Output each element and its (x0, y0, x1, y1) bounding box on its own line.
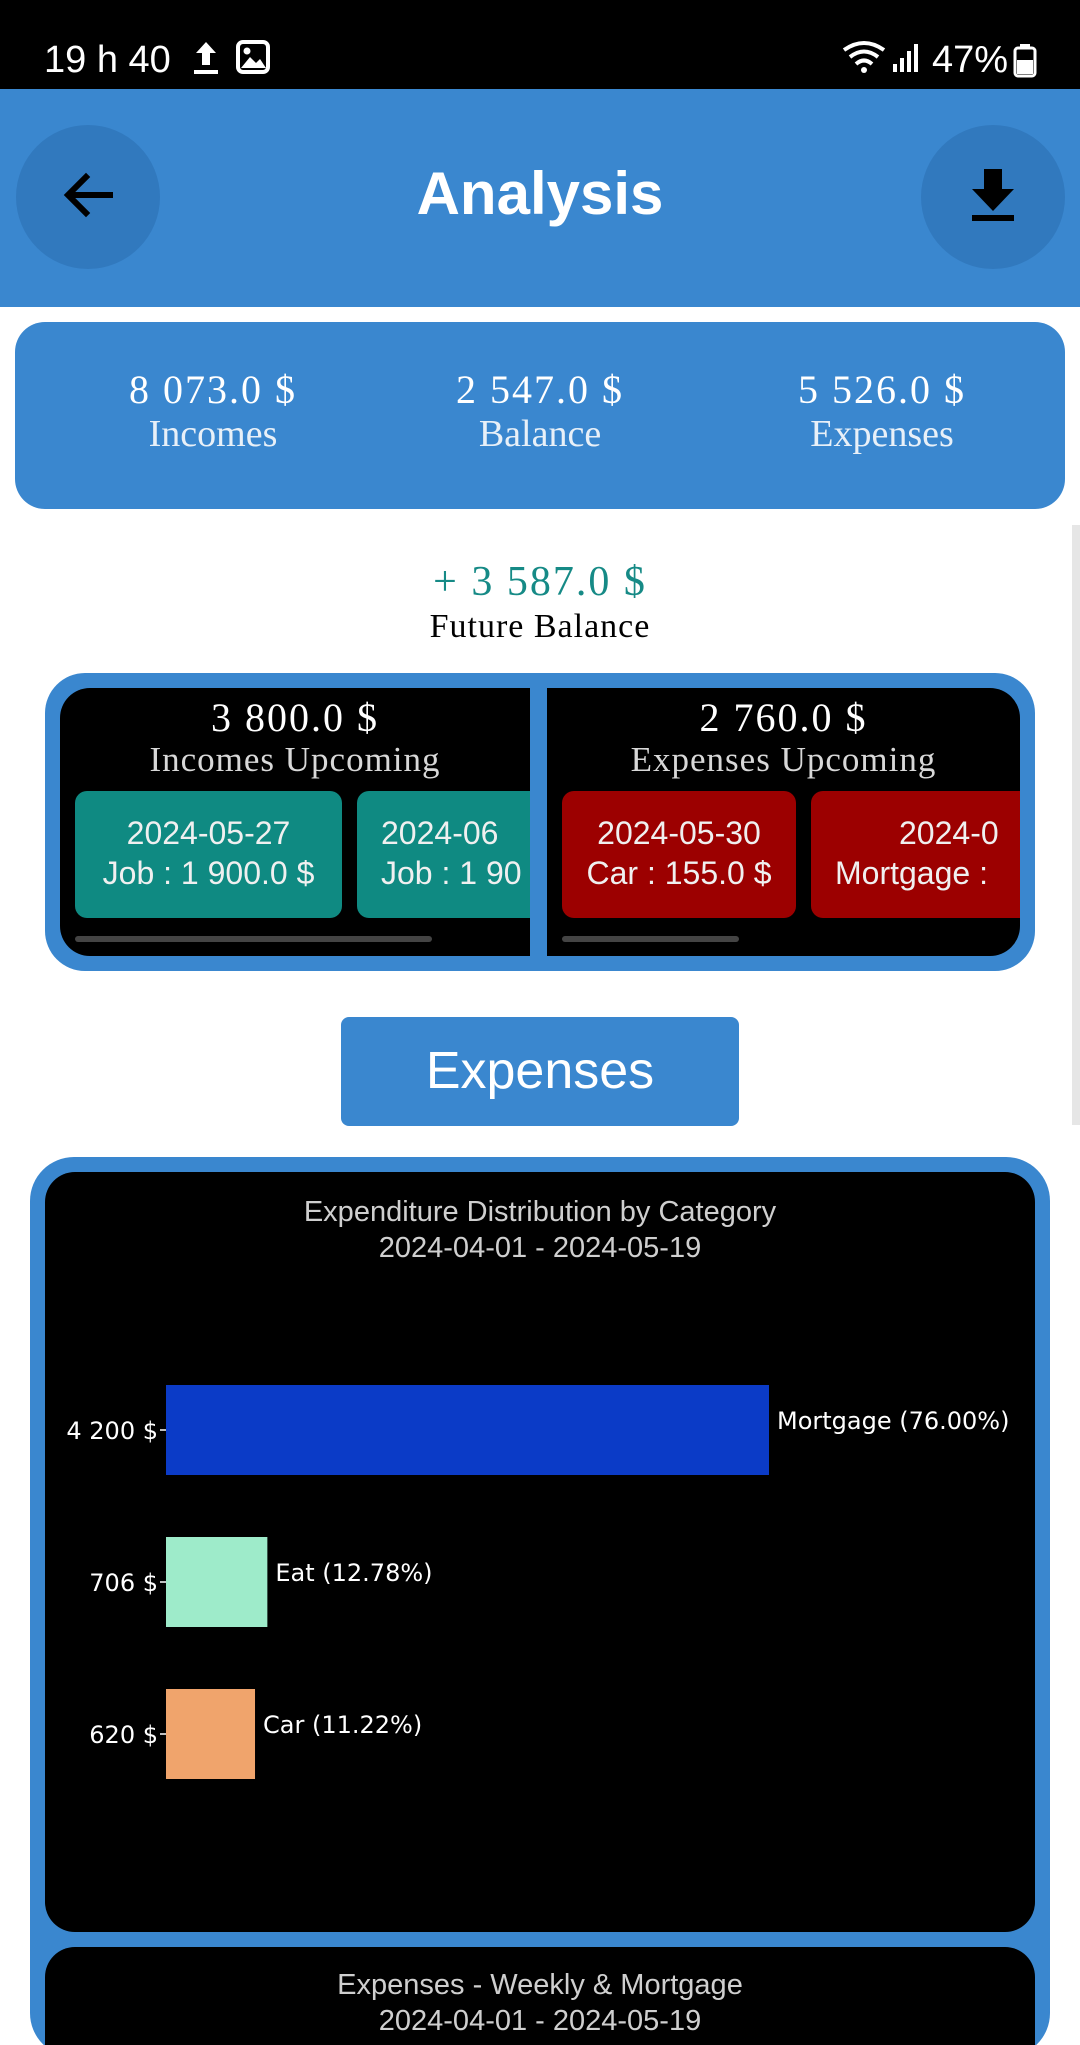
incomes-upcoming-label: Incomes Upcoming (149, 740, 441, 779)
expenses-section-button[interactable]: Expenses (341, 1017, 739, 1126)
weekly-expenses-chart: Expenses - Weekly & Mortgage 2024-04-01 … (45, 1947, 1035, 2045)
upcoming-expense-item[interactable]: 2024-0 Mortgage : (811, 791, 1020, 918)
expenses-amount: 5 526.0 $ (798, 367, 966, 412)
expenses-upcoming-scrollbar[interactable] (562, 936, 739, 942)
expenses-upcoming-label: Expenses Upcoming (630, 740, 937, 779)
bar-chart-plot: 4 200 $ Mortgage (76.00%) 706 $ Eat (12.78%… (66, 1385, 1009, 1779)
summary-card: 8 073.0 $ Incomes 2 547.0 $ Balance 5 52… (15, 322, 1065, 509)
incomes-upcoming-scrollbar[interactable] (75, 936, 432, 942)
upcoming-income-date: 2024-05-27 (126, 815, 291, 851)
upcoming-income-text: Job : 1 900.0 $ (102, 855, 315, 891)
upcoming-income-text: Job : 1 90 (381, 855, 522, 891)
download-button[interactable] (921, 125, 1065, 269)
upcoming-expense-date: 2024-0 (899, 815, 999, 851)
incomes-upcoming-amount: 3 800.0 $ (211, 695, 379, 740)
chart-title: Expenses - Weekly & Mortgage 2024-04-01 … (45, 1967, 1035, 2039)
app-bar: Analysis (0, 89, 1080, 307)
signal-icon (892, 40, 922, 79)
future-balance: + 3 587.0 $ Future Balance (0, 558, 1080, 648)
future-balance-label: Future Balance (429, 608, 651, 645)
upcoming-expense-text: Mortgage : (835, 855, 988, 891)
image-icon (236, 40, 270, 79)
expenses-upcoming-amount: 2 760.0 $ (699, 695, 868, 740)
upcoming-income-date: 2024-06 (381, 815, 499, 851)
status-time: 19 h 40 (44, 39, 171, 81)
y-tick-label: 4 200 $ (66, 1417, 158, 1445)
bar-label: Car (11.22%) (263, 1711, 422, 1739)
incomes-label: Incomes (148, 413, 278, 455)
upcoming-expense-date: 2024-05-30 (597, 815, 761, 851)
battery-level: 47% (931, 39, 1008, 81)
y-tick-label: 620 $ (89, 1721, 158, 1749)
bar-1 (166, 1537, 268, 1627)
bar-label: Eat (12.78%) (275, 1559, 432, 1587)
download-icon (968, 167, 1018, 228)
expenses-label: Expenses (810, 413, 954, 455)
upcoming-income-item[interactable]: 2024-05-27 Job : 1 900.0 $ (75, 791, 342, 918)
upcoming-income-item[interactable]: 2024-06 Job : 1 90 (357, 791, 530, 918)
upcoming-expense-text: Car : 155.0 $ (586, 855, 772, 891)
bar-0 (166, 1385, 769, 1475)
balance-summary: 2 547.0 $ Balance (370, 368, 710, 456)
expenses-upcoming-panel: 2 760.0 $ Expenses Upcoming 2024-05-30 C… (547, 688, 1020, 956)
bar-label: Mortgage (76.00%) (777, 1407, 1009, 1435)
expenses-summary: 5 526.0 $ Expenses (712, 368, 1052, 456)
wifi-icon (842, 40, 886, 79)
status-bar: 19 h 40 47% (0, 0, 1080, 89)
future-balance-amount: + 3 587.0 $ (433, 559, 647, 605)
bar-2 (166, 1689, 256, 1779)
page-title: Analysis (416, 160, 664, 227)
incomes-upcoming-panel: 3 800.0 $ Incomes Upcoming 2024-05-27 Jo… (60, 688, 530, 956)
incomes-summary: 8 073.0 $ Incomes (43, 368, 383, 456)
chart-subtitle-text: 2024-04-01 - 2024-05-19 (378, 2005, 702, 2037)
charts-card: Expenditure Distribution by Category 202… (30, 1157, 1050, 2045)
page-scrollbar[interactable] (1072, 525, 1080, 1125)
chart-title-text: Expenses - Weekly & Mortgage (337, 1969, 743, 2001)
battery-icon (1013, 44, 1037, 83)
balance-label: Balance (478, 413, 602, 455)
incomes-amount: 8 073.0 $ (129, 367, 297, 412)
upcoming-expense-item[interactable]: 2024-05-30 Car : 155.0 $ (562, 791, 796, 918)
y-tick-label: 706 $ (89, 1569, 158, 1597)
category-distribution-chart: Expenditure Distribution by Category 202… (45, 1172, 1035, 1932)
upload-icon (192, 40, 220, 81)
balance-amount: 2 547.0 $ (456, 367, 624, 412)
upcoming-card: 3 800.0 $ Incomes Upcoming 2024-05-27 Jo… (45, 673, 1035, 971)
